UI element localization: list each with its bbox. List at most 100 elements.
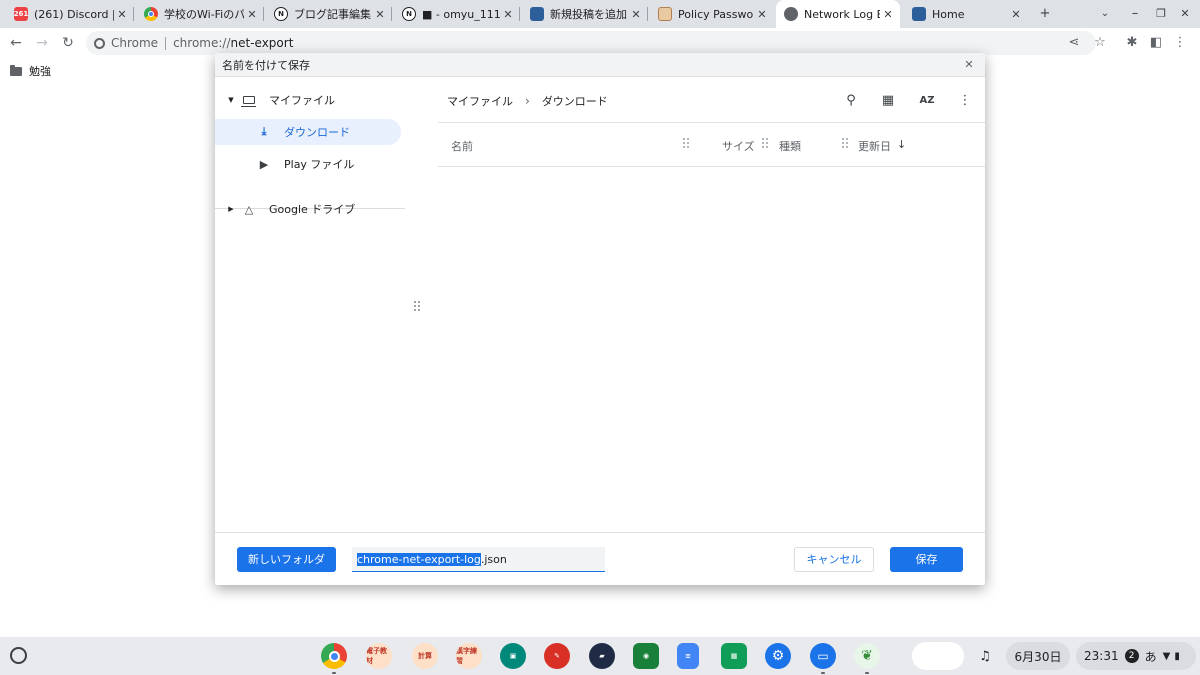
close-tab-icon[interactable]: ✕ bbox=[244, 8, 260, 21]
tab-blog-edit[interactable]: N ブログ記事編集 ✕ bbox=[266, 0, 392, 28]
chrome-icon bbox=[144, 7, 158, 21]
close-tab-icon[interactable]: ✕ bbox=[372, 8, 388, 21]
dialog-titlebar: 名前を付けて保存 ✕ bbox=[215, 53, 985, 77]
filename-input[interactable]: chrome-net-export-log .json bbox=[352, 547, 605, 572]
more-options-icon[interactable]: ⋮ bbox=[953, 89, 977, 113]
breadcrumb-item-downloads[interactable]: ダウンロード bbox=[542, 93, 608, 109]
bookmark-star-icon[interactable]: ☆ bbox=[1090, 33, 1110, 53]
settings-icon[interactable]: ⚙ bbox=[765, 643, 791, 669]
close-tab-icon[interactable]: ✕ bbox=[500, 8, 516, 21]
kanji-app-icon[interactable]: 漢字練習 bbox=[456, 643, 482, 669]
file-sidebar: ▼ マイファイル ⤓ ダウンロード ▶ Play ファイル ▶ △ Google… bbox=[215, 77, 415, 532]
tab-new-post[interactable]: 新規投稿を追加 ✕ bbox=[522, 0, 648, 28]
file-list-panel: マイファイル › ダウンロード ⚲ ▦ A͏Z ⋮ 名前 サイズ 種類 更新日 … bbox=[438, 77, 985, 532]
close-tab-icon[interactable]: ✕ bbox=[628, 8, 644, 21]
classroom-app-icon[interactable]: ▣ bbox=[500, 643, 526, 669]
close-tab-icon[interactable]: ✕ bbox=[1008, 8, 1024, 21]
battery-icon: ▮ bbox=[1174, 650, 1180, 662]
google-sheets-icon[interactable]: ▦ bbox=[721, 643, 747, 669]
close-window-icon[interactable]: ✕ bbox=[1174, 4, 1196, 24]
close-icon[interactable]: ✕ bbox=[961, 57, 977, 73]
tab-home[interactable]: Home ✕ bbox=[904, 0, 1028, 28]
tab-title: ブログ記事編集 bbox=[294, 8, 371, 21]
back-icon[interactable]: ← bbox=[6, 33, 26, 53]
grid-view-icon[interactable]: ▦ bbox=[876, 89, 900, 113]
column-resize-handle[interactable] bbox=[842, 138, 848, 148]
playlist-icon[interactable]: ♫ bbox=[970, 642, 1000, 670]
url-host: net-export bbox=[230, 36, 294, 50]
share-icon[interactable]: ⋖ bbox=[1064, 33, 1084, 53]
tab-policy[interactable]: Policy Password ✕ bbox=[650, 0, 774, 28]
launcher-icon[interactable] bbox=[10, 647, 27, 664]
notification-badge: 2 bbox=[1124, 649, 1139, 663]
panel-resize-handle[interactable] bbox=[414, 301, 420, 313]
wifi-icon: ▼ bbox=[1162, 650, 1171, 662]
sidebar-item-google-drive[interactable]: ▶ △ Google ドライブ bbox=[215, 196, 401, 222]
minimize-icon[interactable]: – bbox=[1124, 4, 1146, 24]
column-modified[interactable]: 更新日 bbox=[858, 138, 891, 154]
zoom-app-icon[interactable]: ✎ bbox=[544, 643, 570, 669]
notion-icon: N bbox=[274, 7, 288, 21]
column-size[interactable]: サイズ bbox=[722, 138, 755, 154]
extensions-icon[interactable]: ✱ bbox=[1122, 33, 1142, 53]
school-app-icon[interactable]: ▰ bbox=[589, 643, 615, 669]
filename-selected-text: chrome-net-export-log bbox=[357, 552, 481, 566]
date-tray[interactable]: 6月30日 bbox=[1006, 642, 1070, 670]
tab-search-icon[interactable]: ⌄ bbox=[1094, 4, 1116, 24]
chrome-icon bbox=[94, 37, 105, 49]
file-list-header: 名前 サイズ 種類 更新日 ↓ bbox=[438, 122, 985, 167]
clock: 23:31 bbox=[1084, 649, 1119, 663]
keisan-app-icon[interactable]: 計算 bbox=[412, 643, 438, 669]
google-docs-icon[interactable]: ≡ bbox=[677, 643, 699, 669]
sidebar-item-downloads[interactable]: ⤓ ダウンロード bbox=[215, 119, 401, 145]
close-tab-icon[interactable]: ✕ bbox=[880, 8, 896, 21]
school-app-icon[interactable]: 電子教材 bbox=[366, 643, 392, 669]
column-resize-handle[interactable] bbox=[683, 138, 689, 148]
cancel-button[interactable]: キャンセル bbox=[794, 547, 874, 572]
blog-icon bbox=[530, 7, 544, 21]
google-classroom-icon[interactable]: ◉ bbox=[633, 643, 659, 669]
side-panel-icon[interactable]: ◧ bbox=[1146, 33, 1166, 53]
forward-icon[interactable]: → bbox=[32, 33, 52, 53]
column-type[interactable]: 種類 bbox=[779, 138, 801, 154]
search-icon[interactable]: ⚲ bbox=[839, 89, 863, 113]
chrome-app-icon[interactable] bbox=[321, 643, 347, 669]
reload-icon[interactable]: ↻ bbox=[58, 33, 78, 53]
restore-icon[interactable]: ❐ bbox=[1150, 4, 1172, 24]
sidebar-item-play-files[interactable]: ▶ Play ファイル bbox=[215, 151, 401, 177]
tab-title: 学校のWi-Fiのパ bbox=[164, 8, 244, 21]
chat-icon[interactable]: ▭ bbox=[810, 643, 836, 669]
new-folder-button[interactable]: 新しいフォルダ bbox=[237, 547, 336, 572]
new-tab-icon[interactable]: + bbox=[1034, 4, 1056, 24]
sidebar-item-label: マイファイル bbox=[269, 94, 335, 107]
discord-icon: 261 bbox=[14, 7, 28, 21]
chevron-right-icon: › bbox=[525, 94, 530, 108]
globe-icon bbox=[784, 7, 798, 21]
breadcrumb: マイファイル › ダウンロード bbox=[447, 93, 608, 109]
tab-title: Home bbox=[932, 7, 965, 21]
holding-space-thumbnails[interactable] bbox=[912, 642, 964, 670]
bookmark-folder[interactable]: 勉強 bbox=[10, 63, 51, 79]
policy-icon bbox=[658, 7, 672, 21]
menu-icon[interactable]: ⋮ bbox=[1170, 33, 1190, 53]
expand-arrow-icon[interactable]: ▶ bbox=[225, 205, 237, 213]
address-bar[interactable]: Chrome chrome://net-export bbox=[86, 31, 1096, 55]
expand-arrow-icon[interactable]: ▼ bbox=[225, 96, 237, 104]
sort-descending-icon[interactable]: ↓ bbox=[897, 138, 906, 151]
close-tab-icon[interactable]: ✕ bbox=[114, 8, 130, 21]
column-name[interactable]: 名前 bbox=[451, 138, 473, 154]
play-icon: ▶ bbox=[259, 157, 269, 171]
leaf-app-icon[interactable]: ❦ bbox=[854, 643, 880, 669]
sidebar-item-my-files[interactable]: ▼ マイファイル bbox=[215, 87, 401, 113]
save-button[interactable]: 保存 bbox=[890, 547, 963, 572]
tab-title: 新規投稿を追加 bbox=[550, 8, 627, 21]
sort-az-icon[interactable]: A͏Z bbox=[915, 89, 939, 113]
tab-wifi[interactable]: 学校のWi-Fiのパ ✕ bbox=[136, 0, 264, 28]
tab-discord[interactable]: 261 (261) Discord | # ✕ bbox=[6, 0, 134, 28]
tab-omyu[interactable]: N ■ - omyu_1116 ✕ bbox=[394, 0, 520, 28]
tab-network-log[interactable]: Network Log Exp ✕ bbox=[776, 0, 900, 28]
status-tray[interactable]: 23:31 2 あ ▼ ▮ bbox=[1076, 642, 1196, 670]
close-tab-icon[interactable]: ✕ bbox=[754, 8, 770, 21]
column-resize-handle[interactable] bbox=[762, 138, 768, 148]
breadcrumb-item-my-files[interactable]: マイファイル bbox=[447, 93, 513, 109]
